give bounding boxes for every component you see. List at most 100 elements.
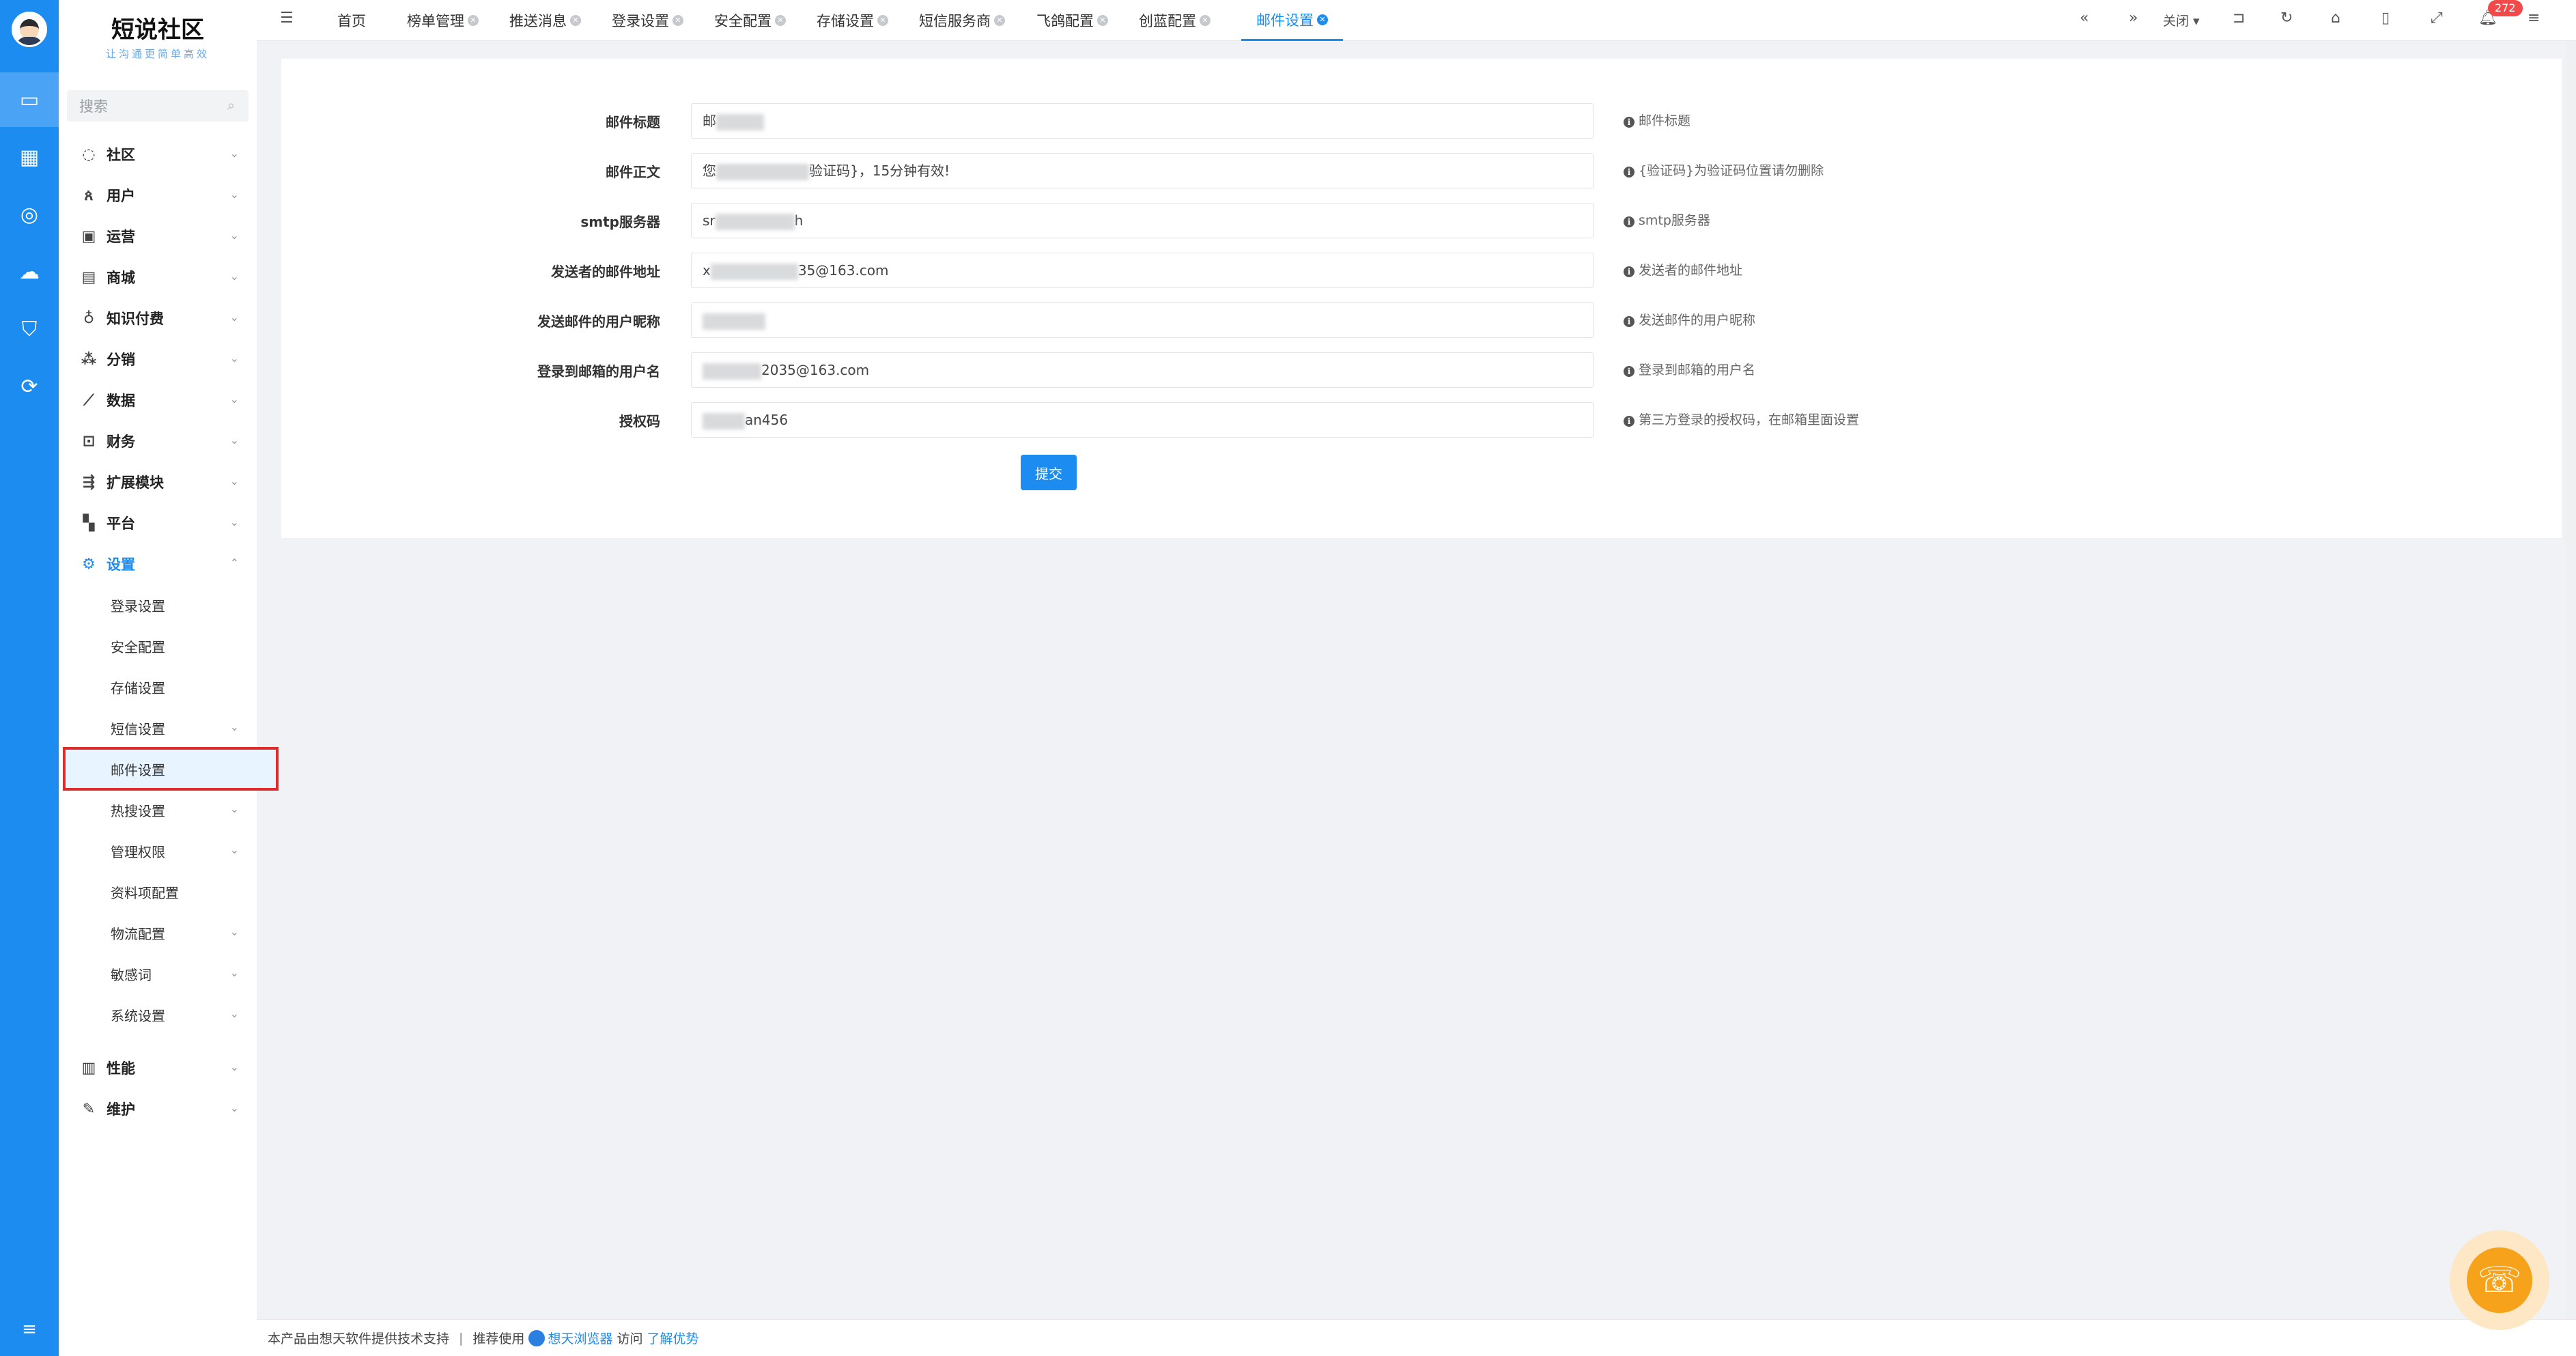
refresh-icon[interactable]: ↻	[2280, 10, 2293, 27]
menu-item-users[interactable]: ጰ 用户 ⌄	[59, 175, 257, 216]
menu-collapse-icon[interactable]: ☰	[280, 10, 294, 27]
tab-security[interactable]: 安全配置 ✕	[714, 0, 786, 41]
list-toggle-icon[interactable]: ≡	[0, 1319, 59, 1340]
email-settings-form: 邮件标题 邮 i 邮件标题 邮件正文 您 验证码}，15分钟有效! i {验证码}为验…	[281, 59, 2562, 538]
scroll-left-icon[interactable]: «	[2080, 10, 2089, 27]
headset-icon: ☏	[2467, 1247, 2532, 1313]
vertical-scrollbar[interactable]	[2566, 41, 2576, 1319]
search-input[interactable]: 搜索 ⌕	[67, 90, 249, 122]
fullscreen-exit-icon[interactable]: ⊐	[2233, 10, 2245, 27]
sub-item-permissions[interactable]: 管理权限 ⌄	[59, 830, 257, 871]
tab-login-settings[interactable]: 登录设置 ✕	[612, 0, 683, 41]
avatar[interactable]	[12, 12, 47, 47]
sub-item-security-config[interactable]: 安全配置	[59, 625, 257, 666]
shield-check-icon[interactable]: ⛉	[0, 302, 59, 356]
home-icon[interactable]: ⌂	[2331, 10, 2340, 27]
field-tip: i 发送者的邮件地址	[1624, 253, 1742, 288]
extension-icon: ⇶	[82, 473, 96, 491]
close-icon[interactable]: ✕	[673, 15, 683, 26]
close-icon[interactable]: ✕	[1200, 15, 1211, 26]
sub-item-storage-settings[interactable]: 存储设置	[59, 666, 257, 707]
menu-icon[interactable]: ≡	[2528, 10, 2540, 27]
scroll-right-icon[interactable]: »	[2129, 10, 2138, 27]
menu-item-distribution[interactable]: ⁂ 分销 ⌄	[59, 339, 257, 380]
document-icon: ▥	[81, 1059, 96, 1077]
chevron-down-icon: ⌄	[229, 229, 239, 242]
sub-item-login-settings[interactable]: 登录设置	[59, 584, 257, 625]
menu-label: 平台	[107, 515, 135, 532]
menu-item-store[interactable]: ▤ 商城 ⌄	[59, 257, 257, 298]
sender-nickname-input[interactable]	[691, 302, 1594, 338]
info-icon: i	[1624, 366, 1634, 377]
grid-icon[interactable]: ▦	[0, 130, 59, 184]
field-label: 邮件标题	[606, 114, 660, 130]
learn-more-link[interactable]: 了解优势	[647, 1329, 698, 1347]
field-tip: i 发送邮件的用户昵称	[1624, 302, 1755, 338]
close-icon[interactable]: ✕	[570, 15, 581, 26]
main-menu: ◌ 社区 ⌄ ጰ 用户 ⌄ ▣ 运营 ⌄ ▤ 商城 ⌄ ♁ 知识付费 ⌄ ⁂ 分销 ⌄ ⟋ 数据 ⌄ ⊡ 财务…	[59, 134, 279, 1129]
menu-item-extensions[interactable]: ⇶ 扩展模块 ⌄	[59, 462, 257, 503]
close-icon[interactable]: ✕	[994, 15, 1005, 26]
globe-icon[interactable]: ◎	[0, 187, 59, 242]
menu-item-maintenance[interactable]: ✎ 维护 ⌄	[59, 1088, 257, 1129]
line-chart-icon: ⟋	[83, 391, 94, 409]
close-icon[interactable]: ✕	[877, 15, 888, 26]
redacted-mask	[716, 163, 809, 180]
expand-icon[interactable]: ⤢	[2431, 10, 2443, 27]
sub-item-logistics[interactable]: 物流配置 ⌄	[59, 912, 257, 953]
sub-item-hot-search[interactable]: 热搜设置 ⌄	[59, 789, 257, 830]
search-icon[interactable]: ⌕	[227, 97, 235, 113]
close-tabs-dropdown[interactable]: 关闭 ▾	[2163, 11, 2200, 29]
smtp-server-input[interactable]: sr h	[691, 203, 1594, 238]
tip-text: {验证码}为验证码位置请勿删除	[1639, 163, 1824, 178]
close-icon[interactable]: ✕	[775, 15, 786, 26]
tab-chuanglan[interactable]: 创蓝配置 ✕	[1139, 0, 1211, 41]
close-icon[interactable]: ✕	[468, 15, 479, 26]
sub-label: 短信设置	[111, 720, 165, 737]
monitor-icon[interactable]: ▭	[0, 72, 59, 127]
menu-item-platform[interactable]: ▚ 平台 ⌄	[59, 503, 257, 543]
tab-sms-provider[interactable]: 短信服务商 ✕	[919, 0, 1005, 41]
menu-item-operations[interactable]: ▣ 运营 ⌄	[59, 216, 257, 257]
field-tip: i smtp服务器	[1624, 203, 1710, 238]
chevron-down-icon: ⌄	[229, 843, 239, 856]
mobile-icon[interactable]: ▯	[2381, 10, 2390, 27]
tab-rankings[interactable]: 榜单管理 ✕	[407, 0, 479, 41]
form-row-email-title: 邮件标题 邮 i 邮件标题	[281, 103, 2562, 141]
sub-item-sms-settings[interactable]: 短信设置 ⌄	[59, 707, 257, 748]
browser-link[interactable]: 想天浏览器	[548, 1329, 612, 1347]
cloud-icon[interactable]: ☁	[0, 244, 59, 299]
field-tip: i 登录到邮箱的用户名	[1624, 352, 1755, 388]
menu-item-knowledge[interactable]: ♁ 知识付费 ⌄	[59, 298, 257, 339]
redacted-mask	[703, 363, 761, 380]
auth-code-input[interactable]: an456	[691, 402, 1594, 438]
close-icon[interactable]: ✕	[1097, 15, 1108, 26]
brand-logo[interactable]: 短说社区 让沟通更简单高效	[59, 0, 257, 75]
email-title-input[interactable]: 邮	[691, 103, 1594, 139]
menu-item-finance[interactable]: ⊡ 财务 ⌄	[59, 421, 257, 462]
cloud-sync-icon[interactable]: ⟳	[0, 359, 59, 414]
redacted-mask	[716, 113, 764, 130]
menu-item-performance[interactable]: ▥ 性能 ⌄	[59, 1047, 257, 1088]
sub-item-profile-fields[interactable]: 资料项配置	[59, 871, 257, 912]
menu-item-community[interactable]: ◌ 社区 ⌄	[59, 134, 257, 175]
sub-item-email-settings[interactable]: 邮件设置	[63, 747, 279, 791]
tab-push[interactable]: 推送消息 ✕	[509, 0, 581, 41]
submit-button[interactable]: 提交	[1021, 455, 1077, 490]
brand-title: 短说社区	[111, 16, 204, 44]
close-icon[interactable]: ✕	[1317, 14, 1328, 25]
chevron-down-icon: ⌄	[229, 393, 239, 406]
sub-item-system-settings[interactable]: 系统设置 ⌄	[59, 994, 257, 1035]
tab-feige[interactable]: 飞鸽配置 ✕	[1036, 0, 1108, 41]
sub-item-sensitive-words[interactable]: 敏感词 ⌄	[59, 953, 257, 994]
menu-item-settings[interactable]: ⚙ 设置 ⌃	[59, 543, 257, 584]
sender-address-input[interactable]: x 35@163.com	[691, 253, 1594, 288]
tab-storage[interactable]: 存储设置 ✕	[817, 0, 888, 41]
login-username-input[interactable]: 2035@163.com	[691, 352, 1594, 388]
customer-support-button[interactable]: ☏	[2450, 1230, 2549, 1330]
menu-item-data[interactable]: ⟋ 数据 ⌄	[59, 380, 257, 421]
field-label: 发送者的邮件地址	[551, 264, 660, 280]
tab-home[interactable]: 首页	[337, 0, 366, 41]
tab-email-settings[interactable]: 邮件设置 ✕	[1241, 0, 1343, 41]
email-body-input[interactable]: 您 验证码}，15分钟有效!	[691, 153, 1594, 188]
